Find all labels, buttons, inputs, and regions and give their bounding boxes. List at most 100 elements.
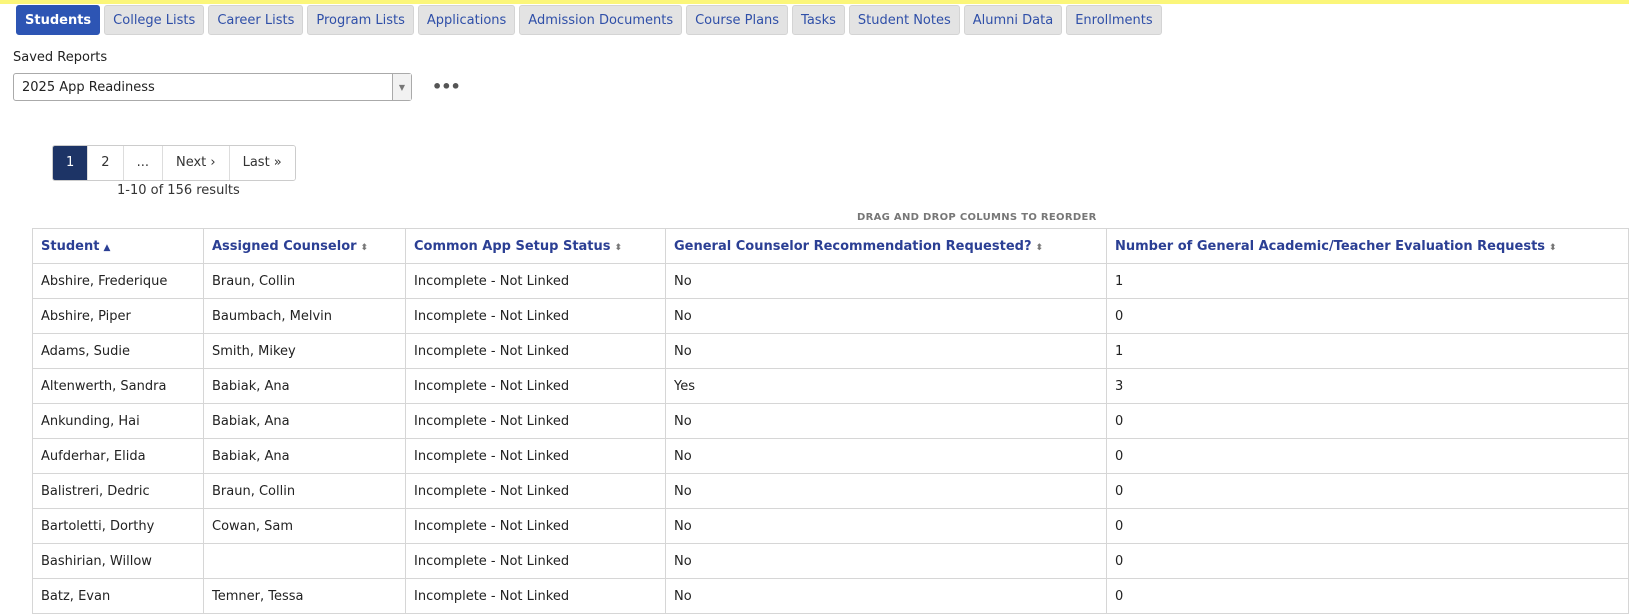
evaluation-requests-cell: 0 [1106,438,1629,474]
sort-ascending-icon[interactable]: ▲ [103,243,110,253]
table-row[interactable]: Balistreri, Dedric Braun, Collin Incomplet… [32,473,1629,509]
column-header-assigned-counselor[interactable]: Assigned Counselor ⬍ [203,228,406,264]
next-page-button[interactable]: Next › [161,146,229,180]
student-cell: Ankunding, Hai [32,403,204,439]
column-header-student[interactable]: Student ▲ [32,228,204,264]
tab-applications[interactable]: Applications [417,5,516,35]
column-header-counselor-recommendation[interactable]: General Counselor Recommendation Request… [665,228,1107,264]
tab-student-notes[interactable]: Student Notes [848,5,960,35]
common-app-status-cell: Incomplete - Not Linked [405,543,666,579]
recommendation-requested-cell: No [665,263,1107,299]
page-2-button[interactable]: 2 [87,146,123,180]
evaluation-requests-cell: 3 [1106,368,1629,404]
student-cell: Aufderhar, Elida [32,438,204,474]
evaluation-requests-cell: 0 [1106,543,1629,579]
tab-admission-documents[interactable]: Admission Documents [519,5,683,35]
counselor-cell: Cowan, Sam [203,508,406,544]
tab-enrollments[interactable]: Enrollments [1066,5,1162,35]
evaluation-requests-cell: 0 [1106,578,1629,614]
table-row[interactable]: Adams, Sudie Smith, Mikey Incomplete - Not… [32,333,1629,369]
student-cell: Bashirian, Willow [32,543,204,579]
table-row[interactable]: Batz, Evan Temner, Tessa Incomplete - Not … [32,578,1629,614]
counselor-cell: Smith, Mikey [203,333,406,369]
drag-drop-hint: DRAG AND DROP COLUMNS TO REORDER [857,212,1097,223]
column-header-evaluation-requests[interactable]: Number of General Academic/Teacher Evalu… [1106,228,1629,264]
tab-students[interactable]: Students [16,5,101,35]
saved-reports-label: Saved Reports [13,50,108,65]
sort-icon[interactable]: ⬍ [361,243,369,253]
more-options-icon[interactable]: ••• [432,76,461,98]
saved-reports-selected-value: 2025 App Readiness [22,79,155,95]
student-cell: Adams, Sudie [32,333,204,369]
tab-college-lists[interactable]: College Lists [104,5,205,35]
column-label: Assigned Counselor [212,238,357,254]
common-app-status-cell: Incomplete - Not Linked [405,368,666,404]
common-app-status-cell: Incomplete - Not Linked [405,438,666,474]
evaluation-requests-cell: 0 [1106,403,1629,439]
chevron-down-icon[interactable]: ▼ [392,74,411,100]
column-label: General Counselor Recommendation Request… [674,238,1032,254]
top-highlight-stripe [0,0,1629,4]
report-tabs: Students College Lists Career Lists Prog… [16,5,1162,35]
page-ellipsis[interactable]: ... [122,146,162,180]
counselor-cell: Babiak, Ana [203,403,406,439]
table-row[interactable]: Bartoletti, Dorthy Cowan, Sam Incomplete -… [32,508,1629,544]
recommendation-requested-cell: No [665,473,1107,509]
tab-alumni-data[interactable]: Alumni Data [963,5,1063,35]
column-label: Number of General Academic/Teacher Evalu… [1115,238,1546,254]
table-row[interactable]: Aufderhar, Elida Babiak, Ana Incomplete - … [32,438,1629,474]
recommendation-requested-cell: No [665,438,1107,474]
common-app-status-cell: Incomplete - Not Linked [405,403,666,439]
recommendation-requested-cell: Yes [665,368,1107,404]
tab-career-lists[interactable]: Career Lists [208,5,304,35]
recommendation-requested-cell: No [665,543,1107,579]
counselor-cell: Braun, Collin [203,473,406,509]
table-row[interactable]: Altenwerth, Sandra Babiak, Ana Incomplete … [32,368,1629,404]
tab-program-lists[interactable]: Program Lists [307,5,414,35]
sort-icon[interactable]: ⬍ [615,243,623,253]
recommendation-requested-cell: No [665,298,1107,334]
saved-reports-select[interactable]: 2025 App Readiness ▼ [13,73,412,101]
evaluation-requests-cell: 0 [1106,508,1629,544]
evaluation-requests-cell: 1 [1106,333,1629,369]
common-app-status-cell: Incomplete - Not Linked [405,333,666,369]
table-row[interactable]: Abshire, Piper Baumbach, Melvin Incomplete… [32,298,1629,334]
pagination: 1 2 ... Next › Last » [52,145,296,181]
evaluation-requests-cell: 1 [1106,263,1629,299]
common-app-status-cell: Incomplete - Not Linked [405,578,666,614]
counselor-cell: Babiak, Ana [203,368,406,404]
recommendation-requested-cell: No [665,578,1107,614]
common-app-status-cell: Incomplete - Not Linked [405,298,666,334]
sort-icon[interactable]: ⬍ [1036,243,1044,253]
results-count: 1-10 of 156 results [117,183,240,198]
student-cell: Abshire, Frederique [32,263,204,299]
table-row[interactable]: Bashirian, Willow Incomplete - Not Linked… [32,543,1629,579]
page-1-button[interactable]: 1 [53,146,88,180]
student-cell: Bartoletti, Dorthy [32,508,204,544]
evaluation-requests-cell: 0 [1106,298,1629,334]
counselor-cell [203,543,406,579]
column-label: Student [41,238,100,254]
evaluation-requests-cell: 0 [1106,473,1629,509]
student-cell: Batz, Evan [32,578,204,614]
student-cell: Abshire, Piper [32,298,204,334]
table-row[interactable]: Abshire, Frederique Braun, Collin Incomple… [32,263,1629,299]
counselor-cell: Braun, Collin [203,263,406,299]
common-app-status-cell: Incomplete - Not Linked [405,473,666,509]
sort-icon[interactable]: ⬍ [1549,243,1557,253]
last-page-button[interactable]: Last » [228,146,295,180]
recommendation-requested-cell: No [665,333,1107,369]
recommendation-requested-cell: No [665,508,1107,544]
common-app-status-cell: Incomplete - Not Linked [405,508,666,544]
table-row[interactable]: Ankunding, Hai Babiak, Ana Incomplete - No… [32,403,1629,439]
students-report-table: Student ▲ Assigned Counselor ⬍ Common App … [32,228,1629,614]
common-app-status-cell: Incomplete - Not Linked [405,263,666,299]
student-cell: Balistreri, Dedric [32,473,204,509]
tab-tasks[interactable]: Tasks [792,5,845,35]
column-header-common-app-status[interactable]: Common App Setup Status ⬍ [405,228,666,264]
table-header-row: Student ▲ Assigned Counselor ⬍ Common App … [32,228,1629,264]
tab-course-plans[interactable]: Course Plans [686,5,789,35]
recommendation-requested-cell: No [665,403,1107,439]
column-label: Common App Setup Status [414,238,611,254]
counselor-cell: Babiak, Ana [203,438,406,474]
